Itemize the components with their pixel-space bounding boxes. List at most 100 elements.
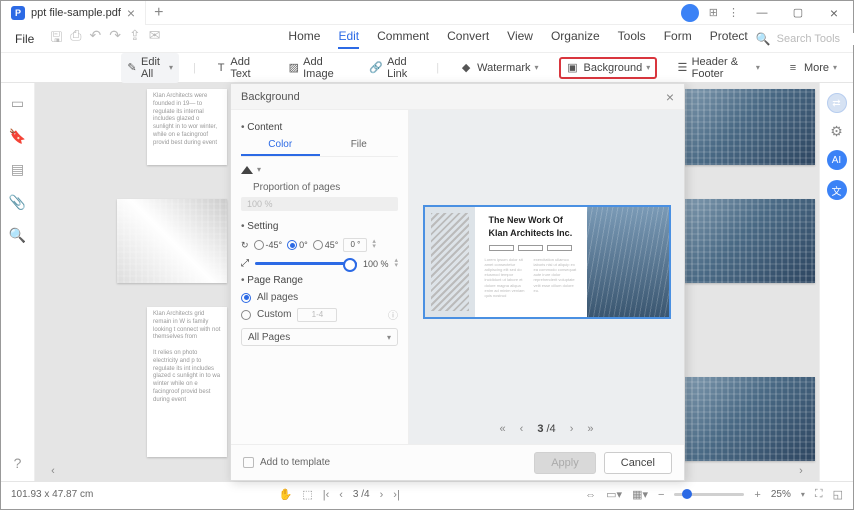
redo-icon[interactable]: ↷ [109,27,121,51]
doc-text: Klan Architects were founded in 19— to r… [147,89,227,152]
scroll-left-button[interactable]: ‹ [41,461,65,481]
chevron-down-icon: ▾ [756,63,760,72]
page-next-icon[interactable]: › [570,423,574,435]
view-mode-icon[interactable]: ▭▾ [606,488,622,501]
menu-view[interactable]: View [507,29,533,49]
more-icon[interactable]: ⋮ [728,6,739,19]
search-panel-icon[interactable]: 🔍 [9,227,26,244]
document-tab[interactable]: P ppt file-sample.pdf × [1,1,146,25]
menu-home[interactable]: Home [288,29,320,49]
file-tab[interactable]: File [320,139,399,156]
search-tools-input[interactable] [777,33,854,45]
opacity-slider[interactable] [255,262,357,265]
zoom-slider[interactable] [674,493,744,496]
add-to-template-checkbox[interactable]: Add to template [243,457,330,468]
menu-organize[interactable]: Organize [551,29,600,49]
page-next-icon[interactable]: › [380,489,384,501]
select-tool-icon[interactable]: ⬚ [302,488,312,501]
page-last-icon[interactable]: » [587,423,593,435]
dialog-settings-panel: Content Color File ▾ Proportion of pages… [231,110,409,444]
share-icon[interactable]: ⇪ [129,27,141,51]
fit-page-icon[interactable]: ◱ [833,488,843,501]
custom-range-input[interactable]: 1-4 [297,308,337,322]
page-range-section-label: Page Range [241,275,398,286]
dialog-close-icon[interactable]: × [666,89,674,105]
document-canvas[interactable]: Klan Architects were founded in 19— to r… [35,83,819,481]
color-tab[interactable]: Color [241,139,320,156]
apply-button[interactable]: Apply [534,452,596,474]
menu-convert[interactable]: Convert [447,29,489,49]
color-picker[interactable]: ▾ [241,165,398,174]
zoom-out-icon[interactable]: − [658,489,664,501]
pages-selector[interactable]: All Pages ▾ [241,328,398,346]
save-icon[interactable]: 🖫 [50,27,62,51]
more-button[interactable]: ≡ More ▾ [780,58,843,78]
header-footer-button[interactable]: ☰ Header & Footer ▾ [671,53,766,83]
read-mode-icon[interactable]: ▦▾ [632,488,648,501]
angle-45[interactable]: 45° [313,240,339,250]
outline-icon[interactable]: ▤ [11,161,24,178]
menu-edit[interactable]: Edit [338,29,359,49]
translate-icon[interactable]: 文 [827,180,847,200]
background-button[interactable]: ▣ Background ▾ [559,57,658,79]
angle-custom-input[interactable]: 0 ° [343,238,367,252]
range-all-pages[interactable]: All pages [241,292,398,303]
close-tab-icon[interactable]: × [127,5,135,21]
zoom-in-icon[interactable]: + [754,489,760,501]
background-icon: ▣ [566,61,580,75]
spinner-icon[interactable]: ▴▾ [372,240,376,250]
page-indicator[interactable]: 3 /4 [353,489,370,500]
help-icon[interactable]: ? [14,455,22,471]
range-custom[interactable]: Custom 1-4 ⓘ [241,307,398,322]
bookmarks-icon[interactable]: 🔖 [9,128,26,145]
page-last-icon[interactable]: ›| [393,489,400,501]
preview-image-right [587,207,669,317]
feedback-icon[interactable]: ⊞ [709,6,718,19]
edit-all-button[interactable]: ✎ Edit All ▾ [121,53,179,83]
main-menu: Home Edit Comment Convert View Organize … [288,29,747,49]
file-menu[interactable]: File [11,32,38,46]
watermark-button[interactable]: ◆ Watermark ▾ [453,58,544,78]
window-close-button[interactable]: × [821,3,847,23]
menu-form[interactable]: Form [664,29,692,49]
attachments-icon[interactable]: 📎 [9,194,26,211]
add-image-button[interactable]: ▨ Add Image [283,53,350,83]
title-bar: P ppt file-sample.pdf × + ⊞ ⋮ — ▢ × [1,1,853,25]
email-icon[interactable]: ✉ [149,27,161,51]
zoom-value[interactable]: 25% [771,489,791,500]
spinner-icon[interactable]: ▴▾ [394,259,398,269]
menu-bar: File 🖫 ⎙ ↶ ↷ ⇪ ✉ Home Edit Comment Conve… [1,25,853,53]
fit-width-icon[interactable]: ⇔ [585,489,596,501]
thumbnails-icon[interactable]: ▭ [11,95,24,112]
hand-tool-icon[interactable]: ✋ [279,488,293,501]
add-text-button[interactable]: T Add Text [210,53,269,83]
minimize-button[interactable]: — [749,3,775,23]
new-tab-button[interactable]: + [146,4,171,22]
ai-icon[interactable]: AI [827,150,847,170]
print-icon[interactable]: ⎙ [70,27,81,51]
opacity-value: 100 % [363,259,389,269]
proportion-value-field[interactable]: 100 % [241,197,398,211]
transfer-icon[interactable]: ⇄ [827,93,847,113]
fullscreen-icon[interactable]: ⛶ [815,488,823,501]
chevron-down-icon[interactable]: ▾ [801,490,805,499]
page-first-icon[interactable]: « [500,423,506,435]
menu-tools[interactable]: Tools [618,29,646,49]
scroll-right-button[interactable]: › [789,461,813,481]
tab-title: ppt file-sample.pdf [31,7,121,19]
page-first-icon[interactable]: |‹ [323,489,330,501]
angle-neg45[interactable]: -45° [254,240,283,250]
angle-0[interactable]: 0° [287,240,308,250]
right-sidebar: ⇄ ⚙ AI 文 [819,83,853,481]
maximize-button[interactable]: ▢ [785,3,811,23]
chevron-down-icon: ▾ [387,333,391,342]
page-prev-icon[interactable]: ‹ [339,489,343,501]
page-prev-icon[interactable]: ‹ [520,423,524,435]
undo-icon[interactable]: ↶ [89,27,101,51]
menu-comment[interactable]: Comment [377,29,429,49]
menu-protect[interactable]: Protect [710,29,748,49]
user-avatar[interactable] [681,4,699,22]
add-link-button[interactable]: 🔗 Add Link [363,53,422,83]
adjust-icon[interactable]: ⚙ [830,123,843,140]
cancel-button[interactable]: Cancel [604,452,672,474]
